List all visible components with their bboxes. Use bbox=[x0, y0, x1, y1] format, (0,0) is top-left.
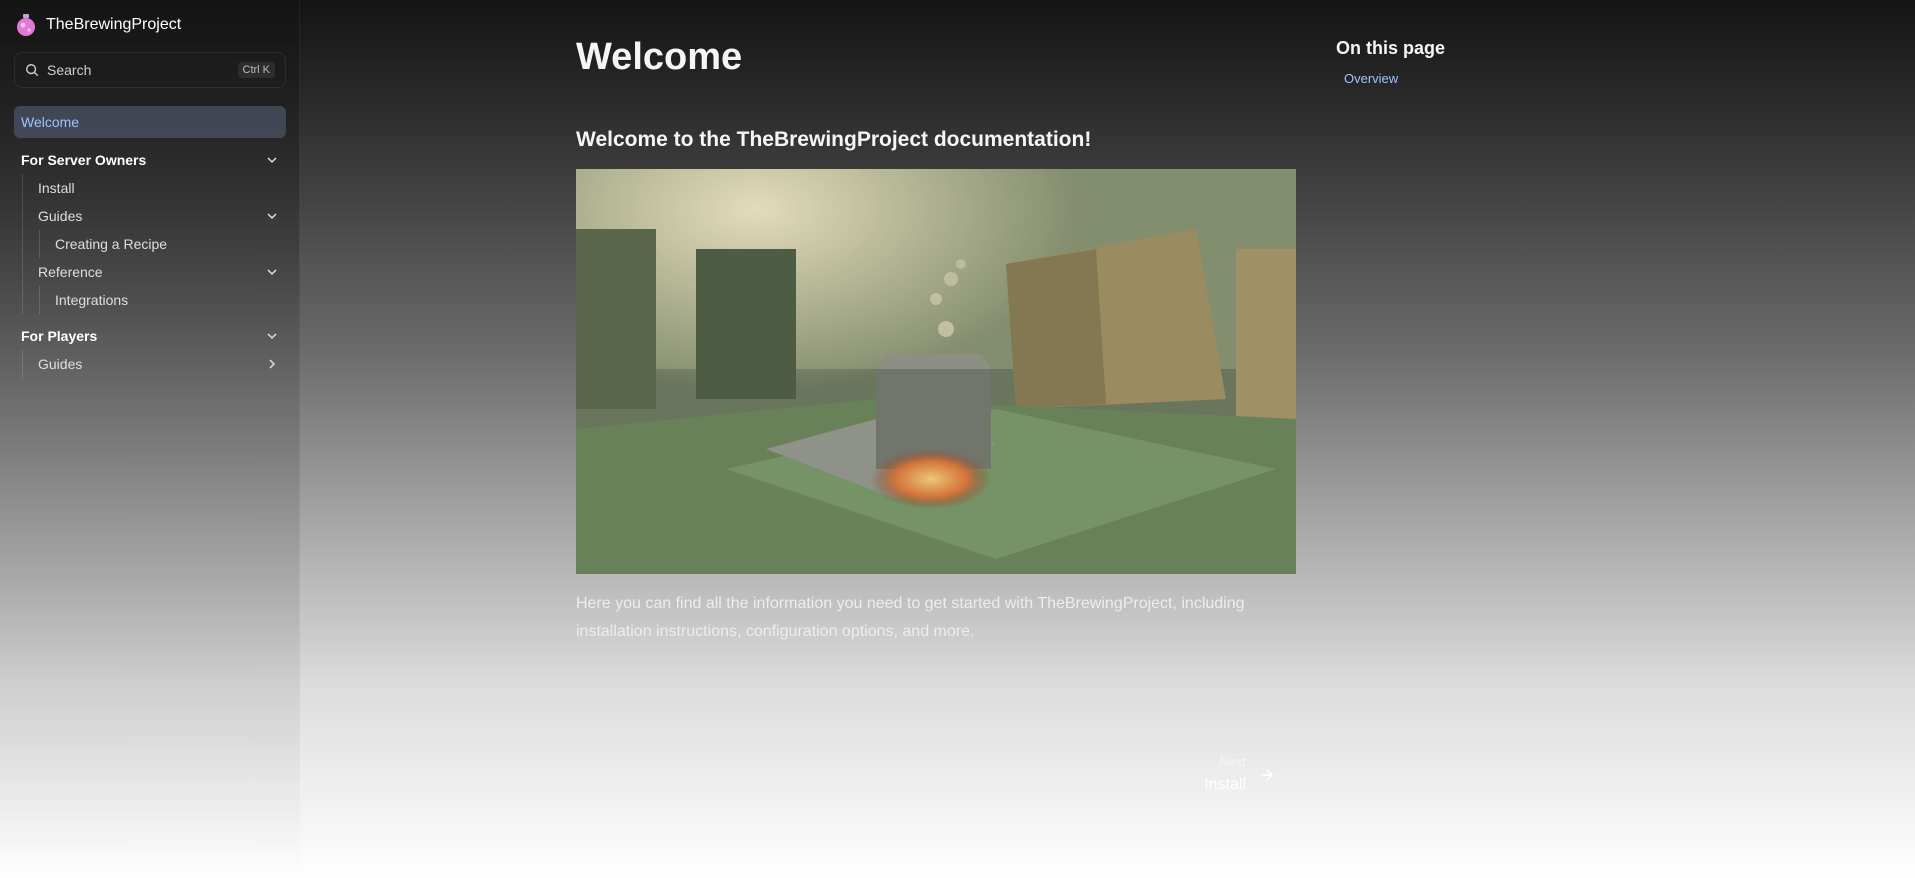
arrow-right-icon bbox=[1261, 769, 1274, 781]
toc-title: On this page bbox=[1336, 38, 1446, 58]
page-title: Welcome bbox=[576, 36, 743, 78]
brand-name: TheBrewingProject bbox=[46, 16, 182, 33]
sidebar-item-label: Welcome bbox=[21, 114, 80, 130]
sidebar-item-creating-a-recipe[interactable]: Creating a Recipe bbox=[14, 230, 286, 258]
chevron-down-icon bbox=[267, 157, 277, 164]
intro-paragraph: Here you can find all the information yo… bbox=[576, 595, 1245, 640]
brand-link[interactable]: TheBrewingProject bbox=[14, 12, 181, 38]
brewing-scene-illustration bbox=[576, 169, 1296, 574]
sidebar-item-install[interactable]: Install bbox=[14, 174, 286, 202]
sidebar-group-label: For Server Owners bbox=[21, 152, 147, 168]
sidebar-group-label: For Players bbox=[21, 328, 98, 344]
tree-guide-line bbox=[22, 202, 23, 230]
toc-link-overview[interactable]: Overview bbox=[1344, 71, 1445, 86]
next-page-link[interactable]: Next Install bbox=[1182, 752, 1286, 798]
sidebar-item-guides[interactable]: Guides bbox=[14, 202, 286, 230]
chevron-down-icon bbox=[267, 269, 277, 276]
sidebar-item-label: Reference bbox=[38, 264, 103, 280]
sidebar-item-label: Creating a Recipe bbox=[55, 236, 168, 252]
section-heading: Welcome to the TheBrewingProject documen… bbox=[576, 128, 1092, 151]
sidebar-item-label: Guides bbox=[38, 208, 83, 224]
search-label: Search bbox=[47, 62, 92, 78]
sidebar-item-welcome[interactable]: Welcome bbox=[14, 106, 286, 138]
tree-guide-line bbox=[39, 230, 40, 258]
sidebar-group-players[interactable]: For Players bbox=[14, 322, 286, 350]
next-label: Next bbox=[1219, 754, 1246, 769]
sidebar: TheBrewingProject Search Ctrl K Welcome … bbox=[0, 0, 300, 878]
sidebar-item-player-guides[interactable]: Guides bbox=[14, 350, 286, 378]
sidebar-item-reference[interactable]: Reference bbox=[14, 258, 286, 286]
table-of-contents: On this page Overview bbox=[1336, 38, 1445, 86]
sidebar-group-server-owners[interactable]: For Server Owners bbox=[14, 146, 286, 174]
tree-guide-line bbox=[22, 258, 23, 286]
chevron-down-icon bbox=[267, 213, 277, 220]
chevron-down-icon bbox=[267, 333, 277, 340]
search-button[interactable]: Search Ctrl K bbox=[14, 52, 286, 88]
tree-guide-line bbox=[22, 174, 23, 202]
tree-guide-line bbox=[22, 230, 23, 258]
tree-guide-line bbox=[39, 286, 40, 314]
tree-guide-line bbox=[22, 286, 23, 314]
sidebar-item-label: Integrations bbox=[55, 292, 129, 308]
search-icon bbox=[26, 64, 39, 77]
search-shortcut: Ctrl K bbox=[237, 62, 275, 78]
next-title: Install bbox=[1204, 776, 1246, 793]
chevron-right-icon bbox=[269, 359, 276, 369]
hero-image bbox=[576, 169, 1296, 574]
sidebar-item-label: Install bbox=[38, 180, 75, 196]
tree-guide-line bbox=[22, 350, 23, 378]
potion-logo-icon bbox=[17, 14, 35, 36]
sidebar-nav: Welcome For Server Owners Install Guides… bbox=[14, 106, 286, 378]
sidebar-item-label: Guides bbox=[38, 356, 83, 372]
sidebar-item-integrations[interactable]: Integrations bbox=[14, 286, 286, 314]
